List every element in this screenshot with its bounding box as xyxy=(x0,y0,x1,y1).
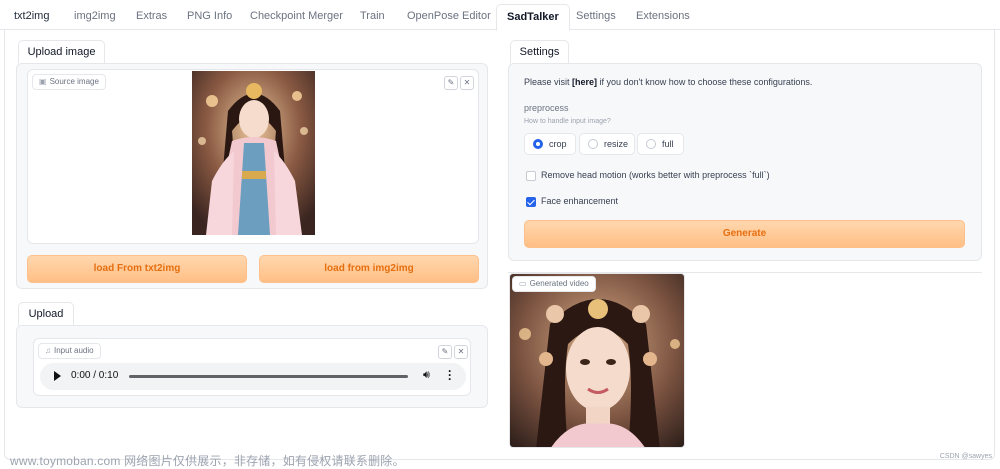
radio-dot xyxy=(533,139,543,149)
load-from-img2img-button[interactable]: load from img2img xyxy=(259,255,479,283)
edit-icon[interactable]: ✎ xyxy=(438,345,452,359)
tab-extras[interactable]: Extras xyxy=(126,4,177,30)
tab-sadtalker[interactable]: SadTalker xyxy=(496,4,570,31)
generated-video xyxy=(510,274,684,447)
tab-upload-image[interactable]: Upload image xyxy=(18,40,105,64)
music-note-icon: ♫ xyxy=(45,346,51,355)
image-icon: ▣ xyxy=(39,77,47,86)
radio-dot xyxy=(646,139,656,149)
source-image xyxy=(192,71,315,235)
radio-dot xyxy=(588,139,598,149)
audio-progress-track[interactable] xyxy=(129,375,408,378)
radio-resize[interactable]: resize xyxy=(579,133,635,155)
play-icon[interactable] xyxy=(54,371,61,381)
close-icon[interactable]: ✕ xyxy=(460,76,474,90)
upload-audio-panel: ♫ Input audio ✎ ✕ 0:00 / 0:10 🔊︎ · · · xyxy=(16,325,488,408)
tab-img2img[interactable]: img2img xyxy=(64,4,126,30)
tab-extensions[interactable]: Extensions xyxy=(626,4,700,30)
tab-settings[interactable]: Settings xyxy=(566,4,626,30)
more-options-icon[interactable]: · · · xyxy=(448,365,452,385)
generated-video-label: ▭ Generated video xyxy=(512,276,596,292)
tab-checkpoint-merger[interactable]: Checkpoint Merger xyxy=(240,4,353,30)
head-motion-checkbox[interactable] xyxy=(526,171,536,181)
tab-txt2img[interactable]: txt2img xyxy=(4,4,59,30)
generated-video-box[interactable]: ▭ Generated video xyxy=(509,273,685,448)
preprocess-info: How to handle input image? xyxy=(524,118,611,125)
tab-train[interactable]: Train xyxy=(350,4,395,30)
face-enhancement-checkbox[interactable] xyxy=(526,197,536,207)
video-camera-icon: ▭ xyxy=(519,279,527,288)
input-audio-label: ♫ Input audio xyxy=(38,343,101,359)
here-link[interactable]: [here] xyxy=(572,77,597,87)
audio-time: 0:00 / 0:10 xyxy=(71,370,119,381)
visit-help-text: Please visit [here] if you don't know ho… xyxy=(524,77,813,87)
close-icon[interactable]: ✕ xyxy=(454,345,468,359)
source-image-box[interactable]: ▣ Source image ✎ ✕ xyxy=(27,69,479,244)
upload-image-panel: ▣ Source image ✎ ✕ load From txt2img loa… xyxy=(16,63,488,289)
face-enhancement-label: Face enhancement xyxy=(541,196,619,206)
main-tab-bar: txt2img img2img Extras PNG Info Checkpoi… xyxy=(0,0,1000,31)
edit-icon[interactable]: ✎ xyxy=(444,76,458,90)
load-from-txt2img-button[interactable]: load From txt2img xyxy=(27,255,247,283)
source-image-label: ▣ Source image xyxy=(32,74,106,90)
settings-panel: Please visit [here] if you don't know ho… xyxy=(508,63,982,261)
head-motion-label: Remove head motion (works better with pr… xyxy=(541,170,770,180)
preprocess-label: preprocess xyxy=(524,103,569,113)
watermark-text: www.toymoban.com 网络图片仅供展示，非存储，如有侵权请联系删除。 xyxy=(10,454,405,468)
radio-full[interactable]: full xyxy=(637,133,684,155)
generate-button[interactable]: Generate xyxy=(524,220,965,248)
radio-crop[interactable]: crop xyxy=(524,133,576,155)
tab-openpose-editor[interactable]: OpenPose Editor xyxy=(397,4,501,30)
tab-upload[interactable]: Upload xyxy=(18,302,74,326)
tab-settings-panel[interactable]: Settings xyxy=(510,40,569,64)
volume-icon[interactable]: 🔊︎ xyxy=(423,369,430,382)
tab-png-info[interactable]: PNG Info xyxy=(177,4,242,30)
audio-player[interactable]: 0:00 / 0:10 🔊︎ · · · xyxy=(40,363,466,390)
input-audio-box[interactable]: ♫ Input audio ✎ ✕ 0:00 / 0:10 🔊︎ · · · xyxy=(33,338,471,396)
credit-text: CSDN @sawyes xyxy=(939,453,992,460)
